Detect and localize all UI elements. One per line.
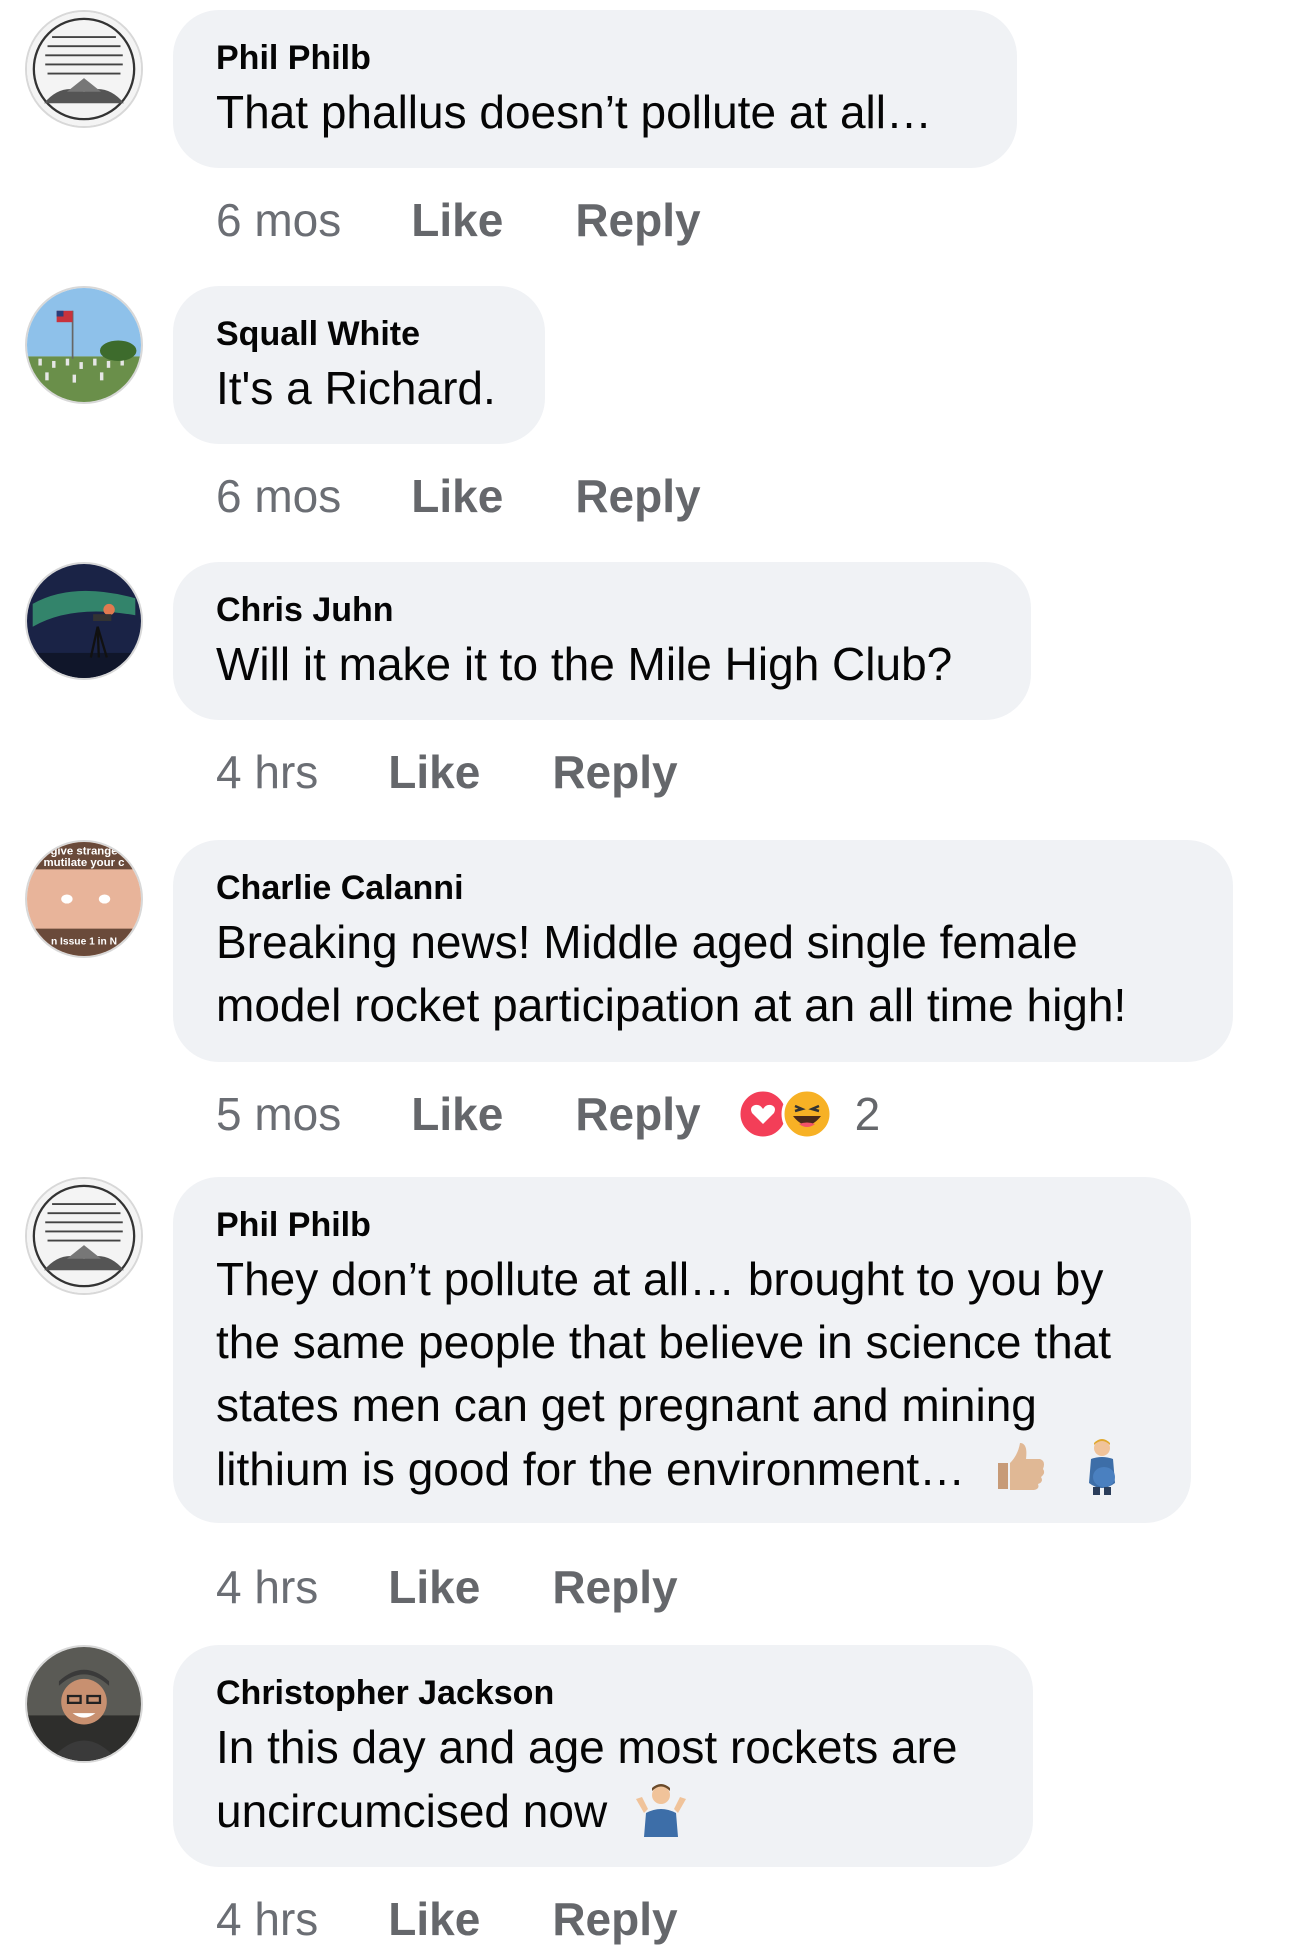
reply-button[interactable]: Reply — [552, 1891, 677, 1947]
comment-actions: 6 mos Like Reply — [216, 192, 701, 248]
reaction-summary[interactable]: 2 — [737, 1086, 881, 1142]
comment-text: states men can get pregnant and mining — [216, 1379, 1037, 1431]
comment-actions: 4 hrs Like Reply — [216, 744, 678, 800]
comment-bubble: Phil Philb They don’t pollute at all… br… — [173, 1177, 1191, 1523]
like-button[interactable]: Like — [388, 1891, 480, 1947]
avatar[interactable] — [25, 562, 143, 680]
like-button[interactable]: Like — [411, 1086, 503, 1142]
comment-bubble: Phil Philb That phallus doesn’t pollute … — [173, 10, 1017, 168]
comment-text: the same people that believe in science … — [216, 1316, 1112, 1368]
comment-timestamp[interactable]: 4 hrs — [216, 744, 318, 800]
comment-actions: 5 mos Like Reply 2 — [216, 1086, 880, 1142]
avatar[interactable] — [25, 1645, 143, 1763]
avatar[interactable]: give strange mutilate your c n Issue 1 i… — [25, 840, 143, 958]
comment-text: In this day and age most rockets are — [216, 1721, 958, 1773]
avatar[interactable] — [25, 10, 143, 128]
comment-author[interactable]: Phil Philb — [216, 1205, 1151, 1245]
comment-timestamp[interactable]: 6 mos — [216, 192, 341, 248]
comment-text: That phallus doesn’t pollute at all… — [216, 86, 932, 138]
avatar-caption: n Issue 1 in N — [51, 937, 117, 948]
reply-button[interactable]: Reply — [575, 468, 700, 524]
comment-feed: Phil Philb That phallus doesn’t pollute … — [0, 0, 1290, 1945]
comment-timestamp[interactable]: 6 mos — [216, 468, 341, 524]
comment-text: model rocket participation at an all tim… — [216, 979, 1127, 1031]
comment-actions: 6 mos Like Reply — [216, 468, 701, 524]
comment-text: Will it make it to the Mile High Club? — [216, 638, 953, 690]
like-button[interactable]: Like — [411, 468, 503, 524]
comment-bubble: Squall White It's a Richard. — [173, 286, 545, 444]
reply-button[interactable]: Reply — [552, 1559, 677, 1615]
pregnant-man-icon — [1088, 1439, 1115, 1495]
reply-button[interactable]: Reply — [552, 744, 677, 800]
comment-bubble: Charlie Calanni Breaking news! Middle ag… — [173, 840, 1233, 1062]
reaction-count: 2 — [854, 1088, 881, 1140]
laughing-face-icon — [781, 1088, 833, 1140]
comment-actions: 4 hrs Like Reply — [216, 1891, 678, 1947]
shrugging-man-icon — [635, 1784, 686, 1837]
thumbs-up-icon — [997, 1443, 1045, 1490]
comment-bubble: Christopher Jackson In this day and age … — [173, 1645, 1033, 1867]
comment-author[interactable]: Chris Juhn — [216, 590, 991, 630]
comment-text: They don’t pollute at all… brought to yo… — [216, 1253, 1104, 1305]
comment-author[interactable]: Squall White — [216, 314, 505, 354]
like-button[interactable]: Like — [388, 744, 480, 800]
comment-text: uncircumcised now — [216, 1779, 993, 1843]
comment-author[interactable]: Phil Philb — [216, 38, 977, 78]
comment-actions: 4 hrs Like Reply — [216, 1559, 678, 1615]
comment-timestamp[interactable]: 5 mos — [216, 1086, 341, 1142]
like-button[interactable]: Like — [411, 192, 503, 248]
comment-bubble: Chris Juhn Will it make it to the Mile H… — [173, 562, 1031, 720]
like-button[interactable]: Like — [388, 1559, 480, 1615]
reply-button[interactable]: Reply — [575, 1086, 700, 1142]
avatar-caption: mutilate your c — [43, 857, 124, 869]
comment-text-line: lithium is good for the environment… — [216, 1443, 966, 1495]
reply-button[interactable]: Reply — [575, 192, 700, 248]
comment-text: lithium is good for the environment… — [216, 1437, 1151, 1501]
avatar-caption: give strange — [50, 846, 117, 858]
comment-timestamp[interactable]: 4 hrs — [216, 1559, 318, 1615]
comment-text: It's a Richard. — [216, 362, 496, 414]
comment-text-line: uncircumcised now — [216, 1785, 608, 1837]
comment-author[interactable]: Charlie Calanni — [216, 868, 1193, 908]
avatar[interactable] — [25, 286, 143, 404]
comment-text: Breaking news! Middle aged single female — [216, 916, 1078, 968]
comment-author[interactable]: Christopher Jackson — [216, 1673, 993, 1713]
comment-timestamp[interactable]: 4 hrs — [216, 1891, 318, 1947]
avatar[interactable] — [25, 1177, 143, 1295]
